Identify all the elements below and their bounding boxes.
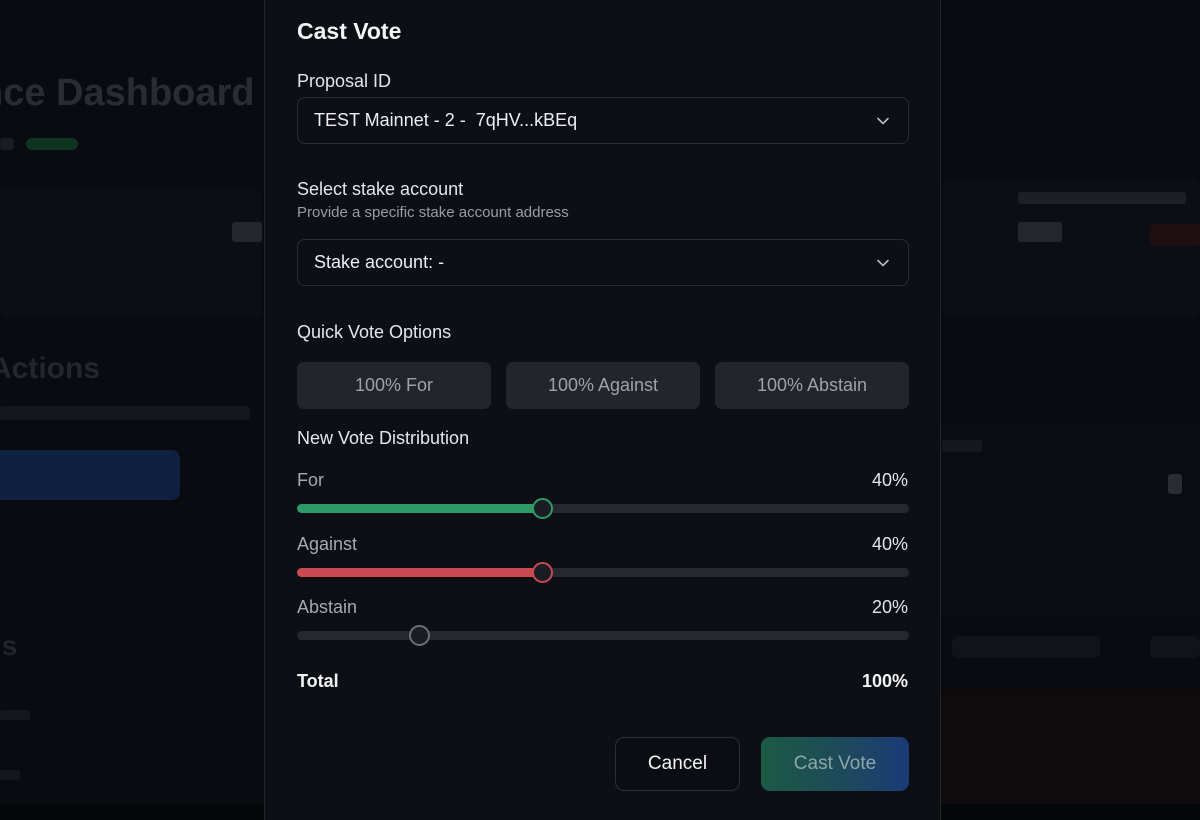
proposal-id-select[interactable]: TEST Mainnet - 2 - 7qHV...kBEq [297, 97, 909, 144]
against-slider[interactable] [297, 562, 909, 583]
vote-distribution-label: New Vote Distribution [297, 428, 470, 448]
abstain-slider-thumb[interactable] [409, 625, 431, 646]
for-slider[interactable] [297, 498, 909, 519]
stake-account-select[interactable]: Stake account: - [297, 239, 909, 286]
background-filter-pill [952, 636, 1100, 658]
for-slider-fill [297, 504, 542, 513]
quick-vote-label: Quick Vote Options [297, 322, 452, 342]
background-stat-value-right [1018, 222, 1062, 242]
total-label: Total [297, 671, 339, 691]
background-action-button [0, 450, 180, 500]
chevron-down-icon [877, 117, 889, 125]
background-table-row [0, 770, 20, 780]
stake-account-label: Select stake account [297, 179, 464, 199]
against-slider-label: Against [297, 534, 358, 554]
background-filter-pill [1150, 636, 1200, 658]
dialog-title: Cast Vote [297, 18, 402, 44]
abstain-slider[interactable] [297, 625, 909, 646]
background-badge-small [0, 138, 14, 150]
cast-vote-button[interactable]: Cast Vote [761, 737, 909, 791]
against-slider-value: 40% [871, 534, 908, 554]
background-title: nce Dashboard [0, 72, 255, 114]
abstain-slider-label: Abstain [297, 597, 358, 617]
stake-account-value: Stake account: - [314, 252, 445, 272]
background-table-row [0, 710, 30, 720]
total-value: 100% [861, 671, 908, 691]
background-right-label [942, 440, 982, 452]
background-section-title: Actions [0, 352, 101, 385]
background-section-subtitle [0, 406, 250, 420]
stake-account-hint: Provide a specific stake account address [297, 204, 569, 221]
proposal-id-label: Proposal ID [297, 71, 392, 91]
against-slider-thumb[interactable] [531, 562, 553, 583]
chevron-down-icon [877, 259, 889, 267]
background-bottom-title: ls [0, 630, 18, 661]
background-status-badge [26, 138, 78, 150]
background-stat-card-left [0, 188, 262, 318]
quick-vote-for-button[interactable]: 100% For [297, 362, 491, 409]
cast-vote-dialog: Cast Vote Proposal ID TEST Mainnet - 2 -… [264, 0, 941, 820]
background-right-number [1168, 474, 1182, 494]
quick-vote-against-button[interactable]: 100% Against [506, 362, 700, 409]
cancel-button[interactable]: Cancel [615, 737, 740, 791]
against-slider-fill [297, 568, 542, 577]
background-bottom-panel [942, 690, 1200, 804]
quick-vote-abstain-button[interactable]: 100% Abstain [715, 362, 909, 409]
background-stat-value-left [232, 222, 262, 242]
for-slider-value: 40% [871, 470, 908, 490]
abstain-slider-value: 20% [871, 597, 908, 617]
background-red-badge [1150, 224, 1200, 246]
background-stat-label-right [1018, 192, 1186, 204]
proposal-id-value: TEST Mainnet - 2 - 7qHV...kBEq [314, 110, 578, 130]
for-slider-thumb[interactable] [531, 498, 553, 519]
for-slider-label: For [297, 470, 324, 490]
